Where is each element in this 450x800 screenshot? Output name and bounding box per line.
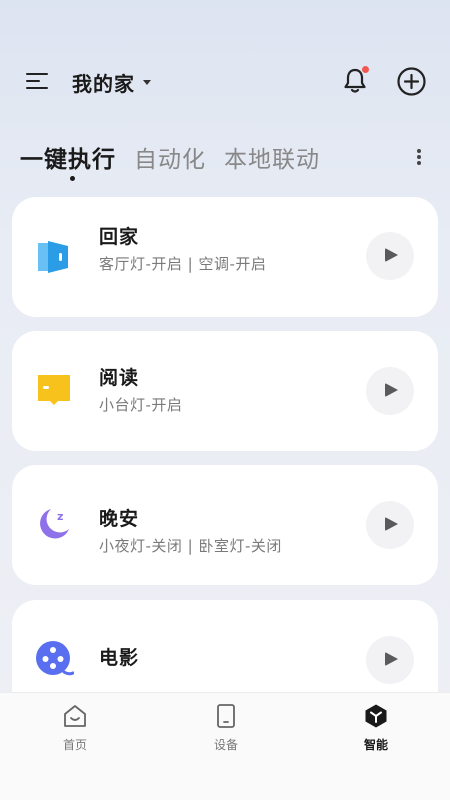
scene-title: 回家 xyxy=(99,226,140,248)
play-button[interactable] xyxy=(366,232,414,280)
nav-home[interactable]: 首页 xyxy=(35,703,115,763)
moon-icon: z xyxy=(40,509,69,539)
door-icon xyxy=(38,241,68,273)
nav-devices[interactable]: 设备 xyxy=(186,703,266,763)
play-button[interactable] xyxy=(366,636,414,684)
top-bar: 我的家 xyxy=(0,62,450,102)
scene-card-home[interactable]: 回家 客厅灯-开启 | 空调-开启 xyxy=(12,197,438,317)
nav-label: 首页 xyxy=(62,738,87,752)
scene-title: 电影 xyxy=(99,647,140,669)
device-icon xyxy=(217,704,235,728)
scene-subtitle: 小台灯-开启 xyxy=(99,396,183,414)
more-dot xyxy=(417,155,421,159)
home-selector[interactable]: 我的家 xyxy=(72,68,151,97)
more-dot xyxy=(417,161,421,165)
bottom-nav: 首页 设备 智能 xyxy=(0,692,450,800)
menu-icon-line xyxy=(26,80,40,83)
play-icon xyxy=(385,652,398,666)
scene-title: 阅读 xyxy=(99,367,140,389)
nav-smart[interactable]: 智能 xyxy=(336,703,416,763)
notification-dot xyxy=(362,66,369,73)
nav-label: 智能 xyxy=(363,738,388,752)
active-tab-indicator xyxy=(70,176,75,181)
play-icon xyxy=(385,517,398,531)
svg-text:z: z xyxy=(57,510,63,523)
menu-button[interactable] xyxy=(26,70,50,94)
play-icon xyxy=(385,248,398,262)
book-icon xyxy=(38,375,70,405)
smart-icon xyxy=(365,704,387,728)
play-button[interactable] xyxy=(366,501,414,549)
play-icon xyxy=(385,383,398,397)
scene-tabs: 一键执行 自动化 本地联动 xyxy=(20,140,338,174)
menu-icon-line xyxy=(26,87,48,90)
scene-subtitle: 小夜灯-关闭 | 卧室灯-关闭 xyxy=(99,537,282,555)
add-icon[interactable] xyxy=(396,66,427,97)
home-icon xyxy=(64,705,86,727)
scene-card-goodnight[interactable]: z 晚安 小夜灯-关闭 | 卧室灯-关闭 xyxy=(12,465,438,585)
tab-local-linkage[interactable]: 本地联动 xyxy=(224,140,320,174)
scene-title: 晚安 xyxy=(99,508,140,530)
caret-down-icon xyxy=(143,80,151,85)
scene-card-reading[interactable]: 阅读 小台灯-开启 xyxy=(12,331,438,451)
scene-subtitle: 客厅灯-开启 | 空调-开启 xyxy=(99,255,267,273)
more-options-button[interactable] xyxy=(410,146,428,168)
film-reel-icon xyxy=(36,641,74,676)
tab-one-click[interactable]: 一键执行 xyxy=(20,140,116,174)
menu-icon-line xyxy=(26,73,48,76)
tab-automation[interactable]: 自动化 xyxy=(134,140,206,174)
home-name: 我的家 xyxy=(72,72,135,96)
nav-label: 设备 xyxy=(213,738,238,752)
play-button[interactable] xyxy=(366,367,414,415)
more-dot xyxy=(417,149,421,153)
